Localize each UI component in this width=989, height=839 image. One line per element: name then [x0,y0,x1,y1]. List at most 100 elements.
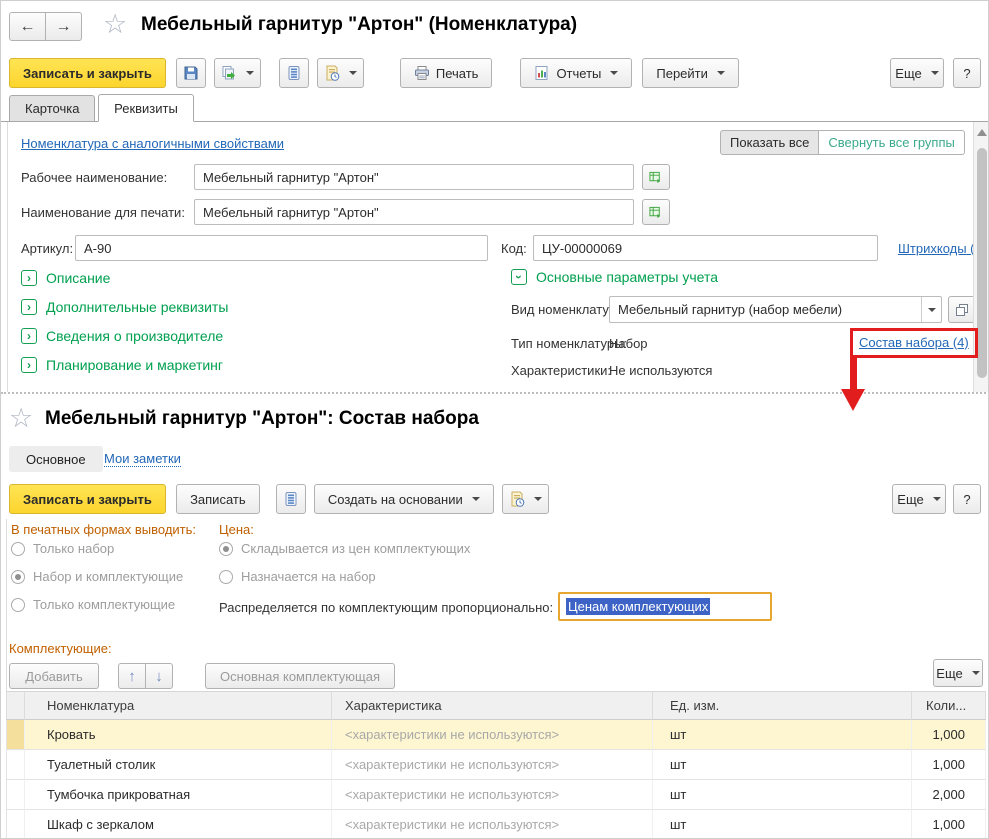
components-more-button[interactable]: Еще [933,659,983,687]
cell-unit[interactable]: шт [653,780,912,810]
radio-price-from-components[interactable]: Складывается из цен комплектующих [219,541,470,556]
nav-main[interactable]: Основное [9,446,103,472]
green-table-icon [649,170,663,185]
create-based-button[interactable]: Создать на основании [314,484,494,514]
scroll-up-icon[interactable] [977,129,987,136]
more-button-label: Еще [936,666,962,681]
save-close-button[interactable]: Записать и закрыть [9,58,166,88]
cell-quantity[interactable]: 2,000 [912,780,986,810]
collapse-groups-button[interactable]: Свернуть все группы [818,130,964,155]
group-description[interactable]: › Описание [21,270,110,286]
article-input[interactable]: А-90 [75,235,488,261]
cell-unit[interactable]: шт [653,810,912,839]
cell-characteristic[interactable]: <характеристики не используются> [332,720,653,750]
group-accounting-params[interactable]: › Основные параметры учета [511,269,718,285]
print-name-languages-button[interactable] [642,199,670,225]
window2-more-button[interactable]: Еще [892,484,946,514]
arrow-down-icon: ↓ [155,668,163,685]
save-button-2[interactable]: Записать [176,484,260,514]
radio-kit-and-components[interactable]: Набор и комплектующие [11,569,183,584]
cell-characteristic[interactable]: <характеристики не используются> [332,750,653,780]
cell-characteristic[interactable]: <характеристики не используются> [332,810,653,839]
column-quantity[interactable]: Коли... [912,691,986,720]
kind-open-button[interactable] [948,296,976,323]
group-additional-attributes[interactable]: › Дополнительные реквизиты [21,299,228,315]
working-name-input[interactable]: Мебельный гарнитур "Артон" [194,164,634,190]
radio-label: Набор и комплектующие [33,569,183,584]
radio-only-components[interactable]: Только комплектующие [11,597,175,612]
table-row[interactable]: Кровать <характеристики не используются>… [6,720,987,750]
window1-tabs: Карточка Реквизиты [9,94,193,122]
print-name-input[interactable]: Мебельный гарнитур "Артон" [194,199,634,225]
table-row[interactable]: Туалетный столик <характеристики не испо… [6,750,987,780]
favorite-star-icon[interactable]: ☆ [103,11,127,38]
column-unit[interactable]: Ед. изм. [653,691,912,720]
combo-caret[interactable] [921,297,941,322]
price-label: Цена: [219,522,254,537]
cell-quantity[interactable]: 1,000 [912,720,986,750]
move-up-button[interactable]: ↑ [118,663,146,689]
working-name-languages-button[interactable] [642,164,670,190]
scrollbar-thumb[interactable] [977,148,987,378]
reports-button[interactable]: Отчеты [520,58,632,88]
list-icon-button[interactable] [279,58,309,88]
copy-dropdown-button[interactable] [214,58,261,88]
main-component-button[interactable]: Основная комплектующая [205,663,395,689]
goto-button[interactable]: Перейти [642,58,739,88]
dropdown-arrow-icon [972,671,980,675]
tab-kartochka[interactable]: Карточка [9,95,95,122]
components-table: Номенклатура Характеристика Ед. изм. Кол… [6,691,987,839]
cell-nomenclature[interactable]: Тумбочка прикроватная [25,780,332,810]
cell-nomenclature[interactable]: Шкаф с зеркалом [25,810,332,839]
history-dropdown-button-2[interactable] [502,484,549,514]
column-nomenclature[interactable]: Номенклатура [25,691,332,720]
cell-nomenclature[interactable]: Кровать [25,720,332,750]
cell-quantity[interactable]: 1,000 [912,810,986,839]
document-clock-icon [324,65,340,81]
dropdown-arrow-icon [928,308,936,312]
back-button[interactable]: ← [9,12,46,41]
kind-value: Мебельный гарнитур (набор мебели) [610,302,921,317]
kit-contents-link[interactable]: Состав набора (4) [859,335,969,350]
cell-unit[interactable]: шт [653,720,912,750]
similar-properties-link[interactable]: Номенклатура с аналогичными свойствами [21,136,284,151]
cell-quantity[interactable]: 1,000 [912,750,986,780]
distribute-input[interactable]: Ценам комплектующих [558,592,772,621]
cell-nomenclature[interactable]: Туалетный столик [25,750,332,780]
save-icon-button[interactable] [176,58,206,88]
print-forms-label: В печатных формах выводить: [11,522,196,537]
cell-characteristic[interactable]: <характеристики не используются> [332,780,653,810]
window1-title: Мебельный гарнитур "Артон" (Номенклатура… [141,14,577,36]
save-close-button-2[interactable]: Записать и закрыть [9,484,166,514]
group-planning-marketing[interactable]: › Планирование и маркетинг [21,357,223,373]
print-button[interactable]: Печать [400,58,493,88]
arrow-up-icon: ↑ [128,668,136,685]
radio-label: Только набор [33,541,114,556]
window1-more-button[interactable]: Еще [890,58,944,88]
radio-price-on-kit[interactable]: Назначается на набор [219,569,376,584]
row-marker [6,810,25,839]
floppy-icon [183,65,199,81]
list-icon-button-2[interactable] [276,484,306,514]
window2-help-button[interactable]: ? [953,484,981,514]
column-characteristic[interactable]: Характеристика [332,691,653,720]
radio-only-kit[interactable]: Только набор [11,541,114,556]
table-row[interactable]: Шкаф с зеркалом <характеристики не испол… [6,810,987,839]
code-input[interactable]: ЦУ-00000069 [533,235,878,261]
tab-rekvizity[interactable]: Реквизиты [98,94,194,122]
forward-button[interactable]: → [45,12,82,41]
selected-text: Ценам комплектующих [566,598,710,615]
show-all-button[interactable]: Показать все [720,130,819,155]
window1-help-button[interactable]: ? [953,58,981,88]
history-dropdown-button[interactable] [317,58,364,88]
move-down-button[interactable]: ↓ [145,663,173,689]
dropdown-arrow-icon [246,71,254,75]
cell-unit[interactable]: шт [653,750,912,780]
kind-combobox[interactable]: Мебельный гарнитур (набор мебели) [609,296,942,323]
nav-my-notes[interactable]: Мои заметки [104,451,181,467]
group-label: Дополнительные реквизиты [46,299,228,315]
group-manufacturer-info[interactable]: › Сведения о производителе [21,328,223,344]
add-button[interactable]: Добавить [9,663,99,689]
favorite-star-icon-2[interactable]: ☆ [9,405,33,432]
table-row[interactable]: Тумбочка прикроватная <характеристики не… [6,780,987,810]
